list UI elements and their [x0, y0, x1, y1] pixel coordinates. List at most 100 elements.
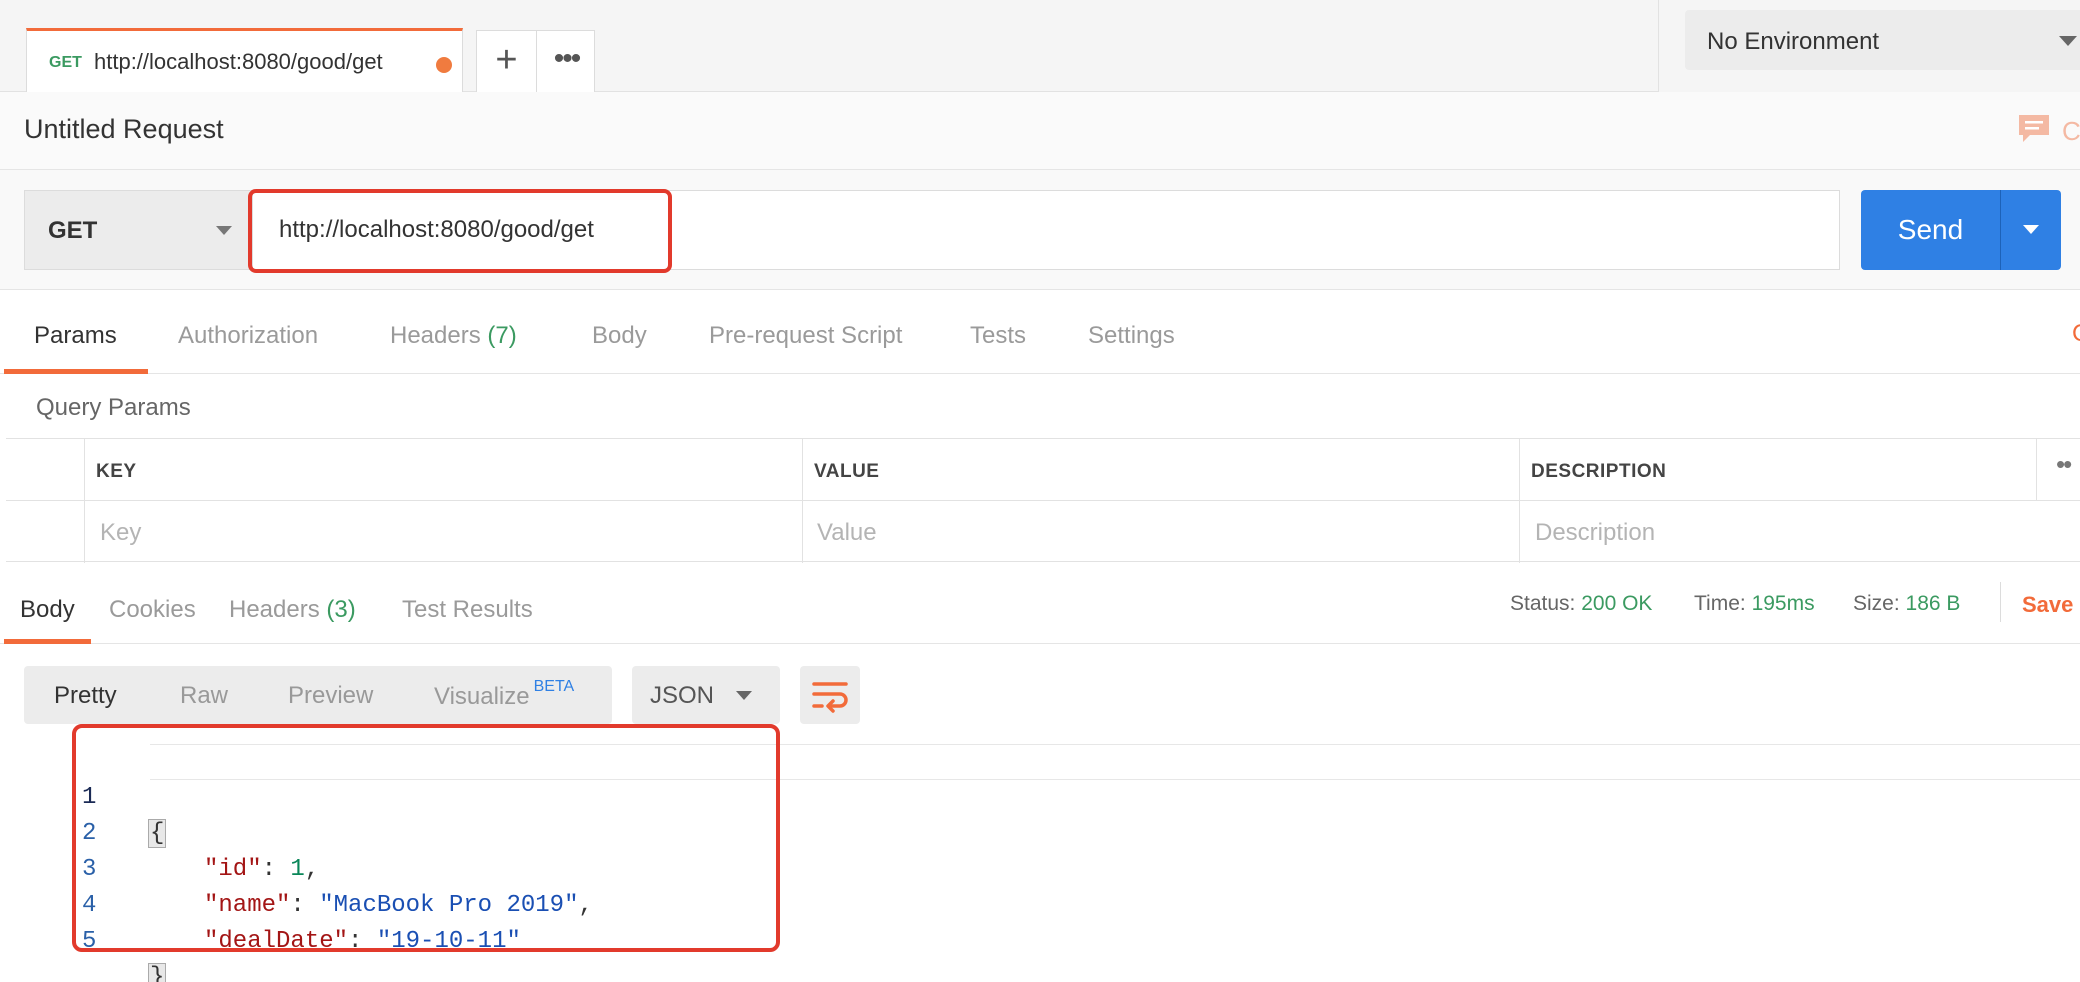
chevron-down-icon — [736, 691, 752, 700]
matched-brace: } — [148, 963, 167, 982]
code-text: "name": "MacBook Pro 2019", — [204, 892, 593, 919]
response-size: Size: 186 B — [1853, 592, 1960, 616]
code-line: 5 } — [60, 888, 167, 982]
view-preview[interactable]: Preview — [288, 682, 373, 710]
query-params-table: KEY VALUE DESCRIPTION •• Key Value Descr… — [6, 438, 2080, 563]
request-header: Untitled Request C — [0, 92, 2080, 170]
line-number: 5 — [82, 928, 97, 955]
size-label: Size: — [1853, 592, 1900, 615]
json-key: "dealDate" — [204, 928, 349, 955]
environment-select-label: No Environment — [1707, 28, 1880, 55]
view-raw[interactable]: Raw — [180, 682, 228, 710]
response-tab-body[interactable]: Body — [20, 596, 75, 624]
url-input[interactable] — [252, 190, 1840, 270]
unsaved-changes-dot-icon — [436, 57, 452, 73]
beta-badge: BETA — [533, 678, 575, 695]
response-tab-headers-label: Headers — [229, 596, 320, 623]
code-text: { — [148, 816, 167, 852]
chevron-down-icon — [2059, 36, 2077, 46]
time-label: Time: — [1694, 592, 1746, 615]
tab-settings[interactable]: Settings — [1088, 322, 1175, 350]
response-tab-cookies[interactable]: Cookies — [109, 596, 196, 624]
status-value: 200 OK — [1581, 592, 1653, 615]
view-pretty[interactable]: Pretty — [54, 682, 117, 710]
json-string: "19-10-11" — [376, 928, 521, 955]
value-input[interactable]: Value — [817, 519, 877, 547]
code-line: 4 "dealDate": "19-10-11" — [60, 852, 521, 955]
tab-tests[interactable]: Tests — [970, 322, 1026, 350]
response-time: Time: 195ms — [1694, 592, 1815, 616]
tab-actions: + ••• — [476, 30, 595, 92]
comment-icon[interactable] — [2016, 112, 2052, 146]
response-tab-headers-count: (3) — [326, 596, 356, 623]
code-text: } — [148, 960, 167, 982]
json-number: 1 — [290, 856, 305, 883]
request-tab[interactable]: GET http://localhost:8080/good/get — [26, 28, 463, 92]
active-tab-underline — [4, 369, 148, 374]
code-text: "dealDate": "19-10-11" — [204, 928, 521, 955]
save-response-button[interactable]: Save — [2022, 592, 2073, 618]
response-tab-headers[interactable]: Headers (3) — [229, 596, 356, 624]
response-tab-test-results[interactable]: Test Results — [402, 596, 533, 624]
view-mode-segmented-control: Pretty Raw Preview Visualize BETA — [24, 666, 612, 724]
response-tabs: Body Cookies Headers (3) Test Results St… — [0, 570, 2080, 644]
matched-brace: { — [148, 819, 167, 848]
response-body-editor[interactable]: 1 { 2 "id": 1, 3 "name": "MacBook Pro 20… — [60, 744, 2080, 982]
code-line: 2 "id": 1, — [60, 780, 319, 883]
current-line-highlight — [150, 744, 2080, 780]
comments-label[interactable]: C — [2062, 116, 2080, 147]
method-select-label: GET — [48, 217, 98, 244]
tab-headers-label: Headers — [390, 322, 481, 349]
status-label: Status: — [1510, 592, 1576, 615]
table-header-row — [6, 439, 2080, 501]
method-select[interactable]: GET — [24, 190, 252, 270]
tab-body[interactable]: Body — [592, 322, 647, 350]
more-horizontal-icon[interactable]: ••• — [537, 31, 596, 92]
plus-icon[interactable]: + — [477, 31, 536, 92]
size-value: 186 B — [1905, 592, 1961, 615]
request-tabs: Params Authorization Headers (7) Body Pr… — [0, 290, 2080, 374]
column-header-description: DESCRIPTION — [1531, 461, 1667, 482]
response-status: Status: 200 OK — [1510, 592, 1652, 616]
chevron-down-icon — [2023, 225, 2039, 234]
tab-authorization[interactable]: Authorization — [178, 322, 318, 350]
column-divider — [84, 439, 85, 563]
tab-params[interactable]: Params — [34, 322, 117, 350]
postman-window: GET http://localhost:8080/good/get + •••… — [0, 0, 2080, 982]
chevron-down-icon — [216, 226, 232, 235]
tab-pre-request-script[interactable]: Pre-request Script — [709, 322, 902, 350]
description-input[interactable]: Description — [1535, 519, 1655, 547]
send-button[interactable]: Send — [1861, 190, 2000, 270]
view-visualize[interactable]: Visualize BETA — [434, 678, 574, 711]
code-text: "id": 1, — [204, 856, 320, 883]
json-key: "id" — [204, 856, 262, 883]
tab-headers[interactable]: Headers (7) — [390, 322, 517, 350]
request-tab-method: GET — [49, 54, 82, 71]
wrap-lines-icon — [812, 682, 848, 713]
request-tab-strip: GET http://localhost:8080/good/get + ••• — [0, 0, 1658, 92]
query-params-title: Query Params — [36, 394, 191, 421]
request-tabs-edge-label[interactable]: C — [2072, 320, 2080, 348]
request-title[interactable]: Untitled Request — [24, 114, 224, 145]
key-input[interactable]: Key — [100, 519, 141, 547]
code-line: 3 "name": "MacBook Pro 2019", — [60, 816, 593, 919]
format-select[interactable]: JSON — [632, 666, 780, 724]
code-line: 1 { — [60, 744, 167, 848]
response-view-toolbar: Pretty Raw Preview Visualize BETA JSON — [0, 644, 2080, 744]
request-tab-url: http://localhost:8080/good/get — [94, 49, 383, 74]
tab-headers-count: (7) — [487, 322, 517, 349]
wrap-lines-button[interactable] — [800, 666, 860, 724]
environment-select[interactable]: No Environment — [1685, 10, 2080, 70]
column-header-value: VALUE — [814, 461, 880, 482]
send-options-dropdown[interactable] — [2000, 190, 2061, 270]
column-divider — [1519, 439, 1520, 563]
format-select-label: JSON — [650, 682, 715, 709]
view-visualize-label: Visualize — [434, 683, 530, 710]
column-divider — [802, 439, 803, 563]
column-header-key: KEY — [96, 461, 137, 482]
json-key: "name" — [204, 892, 291, 919]
json-string: "MacBook Pro 2019" — [319, 892, 579, 919]
time-value: 195ms — [1751, 592, 1815, 615]
url-bar: GET Send — [0, 170, 2080, 290]
more-horizontal-icon[interactable]: •• — [2056, 449, 2072, 480]
